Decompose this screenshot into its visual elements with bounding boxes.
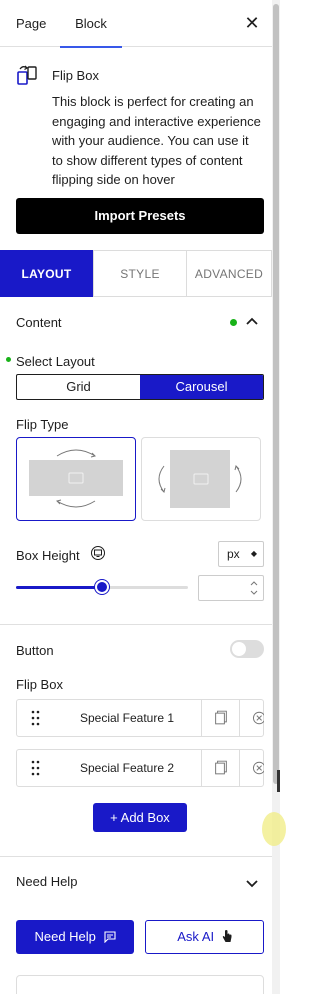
ask-ai-label: Ask AI <box>177 929 215 944</box>
remove-icon[interactable] <box>239 700 264 736</box>
vertical-flip-icon <box>158 450 242 508</box>
modified-dot <box>6 357 11 362</box>
need-help-button[interactable]: Need Help <box>16 920 134 954</box>
toggle-knob <box>232 642 246 656</box>
box-height-label: Box Height <box>16 548 80 563</box>
box-name[interactable]: Special Feature 1 <box>53 700 201 736</box>
import-presets-button[interactable]: Import Presets <box>16 198 264 234</box>
desktop-device-icon[interactable] <box>91 546 105 560</box>
chat-icon <box>103 931 116 944</box>
tab-block[interactable]: Block <box>60 0 122 48</box>
layout-option-carousel[interactable]: Carousel <box>140 375 263 399</box>
flip-box-label: Flip Box <box>16 677 63 692</box>
slider-fill <box>16 586 102 589</box>
drag-handle-icon[interactable] <box>17 750 53 786</box>
unit-select[interactable]: px ◆ <box>218 541 264 567</box>
block-description: This block is perfect for creating an en… <box>52 94 261 187</box>
divider <box>0 624 272 625</box>
layout-toggle-group: Grid Carousel <box>16 374 264 400</box>
duplicate-icon[interactable] <box>201 750 239 786</box>
close-icon[interactable]: ✕ <box>242 13 262 33</box>
select-layout-label: Select Layout <box>16 354 95 369</box>
duplicate-icon[interactable] <box>201 700 239 736</box>
list-item: Special Feature 2 <box>16 749 264 787</box>
add-box-button[interactable]: + Add Box <box>93 803 187 832</box>
chevron-up-icon[interactable] <box>245 315 259 329</box>
button-label: Button <box>16 643 54 658</box>
settings-tabs: LAYOUT STYLE ADVANCED <box>0 250 272 297</box>
button-toggle[interactable] <box>230 640 264 658</box>
need-help-label: Need Help <box>34 929 96 944</box>
select-arrows-icon: ◆ <box>250 549 257 558</box>
divider <box>0 856 272 857</box>
spinner-icon[interactable] <box>249 579 259 597</box>
slider-thumb[interactable] <box>95 580 109 594</box>
scrollbar-thumb[interactable] <box>273 4 279 784</box>
tab-page[interactable]: Page <box>16 0 46 47</box>
status-dot <box>230 319 237 326</box>
need-help-section-title[interactable]: Need Help <box>16 874 77 889</box>
tab-layout[interactable]: LAYOUT <box>0 250 93 297</box>
drag-handle-icon[interactable] <box>17 700 53 736</box>
box-name[interactable]: Special Feature 2 <box>53 750 201 786</box>
flip-box-icon <box>17 65 37 85</box>
pointer-hand-icon <box>222 930 232 942</box>
flip-type-horizontal[interactable] <box>16 437 136 521</box>
box-height-input[interactable] <box>198 575 264 601</box>
scroll-marker <box>277 770 280 792</box>
ask-ai-button[interactable]: Ask AI <box>145 920 264 954</box>
sidebar-tabs: Page Block ✕ <box>0 0 272 48</box>
bottom-card <box>16 975 264 994</box>
unit-value: px <box>227 547 240 561</box>
tab-advanced[interactable]: ADVANCED <box>186 250 272 297</box>
cursor-highlight <box>262 812 286 846</box>
remove-icon[interactable] <box>239 750 264 786</box>
block-settings-panel: Page Block ✕ Flip Box This block is perf… <box>0 0 272 994</box>
block-title: Flip Box <box>52 68 99 83</box>
tab-style[interactable]: STYLE <box>93 250 187 297</box>
flip-type-label: Flip Type <box>16 417 69 432</box>
horizontal-flip-icon <box>29 449 123 508</box>
content-section-title[interactable]: Content <box>16 315 62 330</box>
layout-option-grid[interactable]: Grid <box>17 375 140 399</box>
chevron-down-icon[interactable] <box>245 876 259 890</box>
flip-type-vertical[interactable] <box>141 437 261 521</box>
list-item: Special Feature 1 <box>16 699 264 737</box>
